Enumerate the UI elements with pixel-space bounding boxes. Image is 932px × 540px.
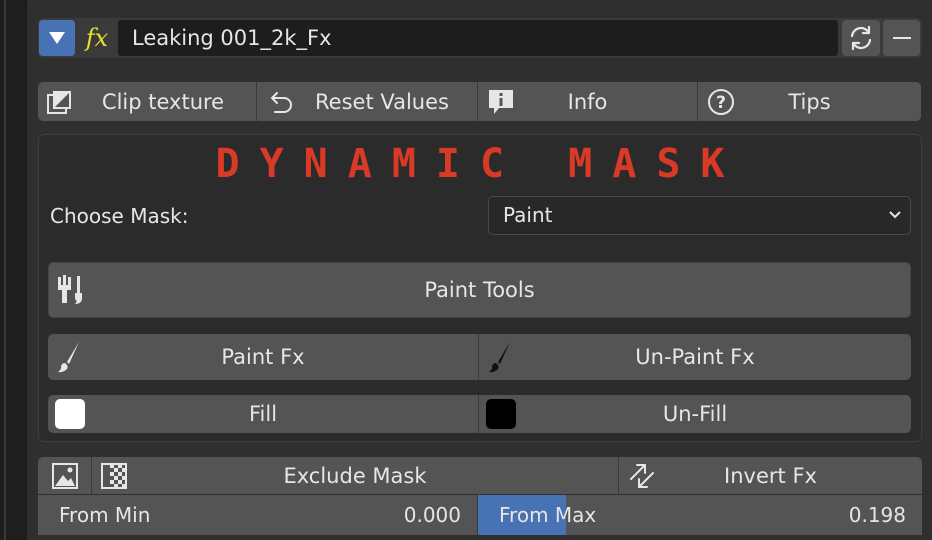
svg-text:?: ? [716,93,726,113]
unpaint-fx-label: Un-Paint Fx [635,345,755,369]
from-min-value: 0.000 [403,503,461,527]
fill-button[interactable]: Fill [48,395,479,433]
paint-fx-label: Paint Fx [221,345,305,369]
refresh-icon [850,25,872,51]
clip-texture-button[interactable]: Clip texture [38,82,257,121]
section-title: DYNAMIC MASK [215,141,745,187]
chevron-down-icon [888,197,902,249]
unfill-button[interactable]: Un-Fill [479,395,911,433]
fill-row: Fill Un-Fill [48,395,911,433]
from-max-label: From Max [499,503,597,527]
paint-tools-button[interactable]: Paint Tools [48,262,911,318]
white-swatch-icon [54,398,86,430]
mask-options-row: Exclude Mask Invert Fx [38,457,922,494]
black-swatch-icon [485,398,517,430]
invert-fx-button[interactable]: Invert Fx [619,457,922,494]
reset-values-button[interactable]: Reset Values [257,82,478,121]
clip-texture-label: Clip texture [101,89,225,114]
from-min-field[interactable]: From Min 0.000 [38,495,478,535]
fill-label: Fill [248,402,278,426]
fx-icon: fx [85,24,109,52]
from-max-field[interactable]: From Max 0.198 [478,495,922,535]
exclude-mask-label: Exclude Mask [283,463,427,488]
exclude-mask-button[interactable]: Exclude Mask [92,457,619,494]
from-max-value: 0.198 [848,503,906,527]
toolbar: Clip texture Reset Values Info ? Tips [38,82,921,121]
layer-name-field[interactable]: Leaking 001_2k_Fx [118,20,838,56]
info-label: Info [567,89,608,114]
mask-select[interactable]: Paint [488,196,911,235]
minus-icon [892,37,911,39]
paint-tools-label: Paint Tools [424,278,535,302]
info-icon [486,87,516,117]
unpaint-fx-button[interactable]: Un-Paint Fx [479,334,911,380]
checker-icon [100,462,128,490]
image-mask-button[interactable] [38,457,92,494]
unfill-label: Un-Fill [662,402,728,426]
left-strip [0,0,28,540]
tips-button[interactable]: ? Tips [698,82,921,121]
mask-select-value: Paint [503,203,553,227]
invert-arrows-icon [627,461,657,491]
invert-fx-label: Invert Fx [724,463,817,488]
clip-texture-icon [46,87,76,117]
expand-toggle[interactable] [39,20,75,56]
from-min-label: From Min [59,503,151,527]
reset-values-label: Reset Values [315,89,449,114]
range-row: From Min 0.000 From Max 0.198 [38,495,922,535]
image-icon [51,462,78,489]
brush-icon [56,340,82,374]
tips-label: Tips [788,89,831,114]
brush-dark-icon [487,340,513,374]
triangle-down-icon [49,32,65,44]
undo-icon [265,87,295,117]
choose-mask-label: Choose Mask: [50,204,189,228]
info-button[interactable]: Info [478,82,698,121]
refresh-button[interactable] [842,20,880,56]
question-icon: ? [706,87,736,117]
paint-row: Paint Fx Un-Paint Fx [48,334,911,380]
collapse-button[interactable] [883,20,920,56]
paint-tools-icon [55,273,87,307]
paint-fx-button[interactable]: Paint Fx [48,334,479,380]
